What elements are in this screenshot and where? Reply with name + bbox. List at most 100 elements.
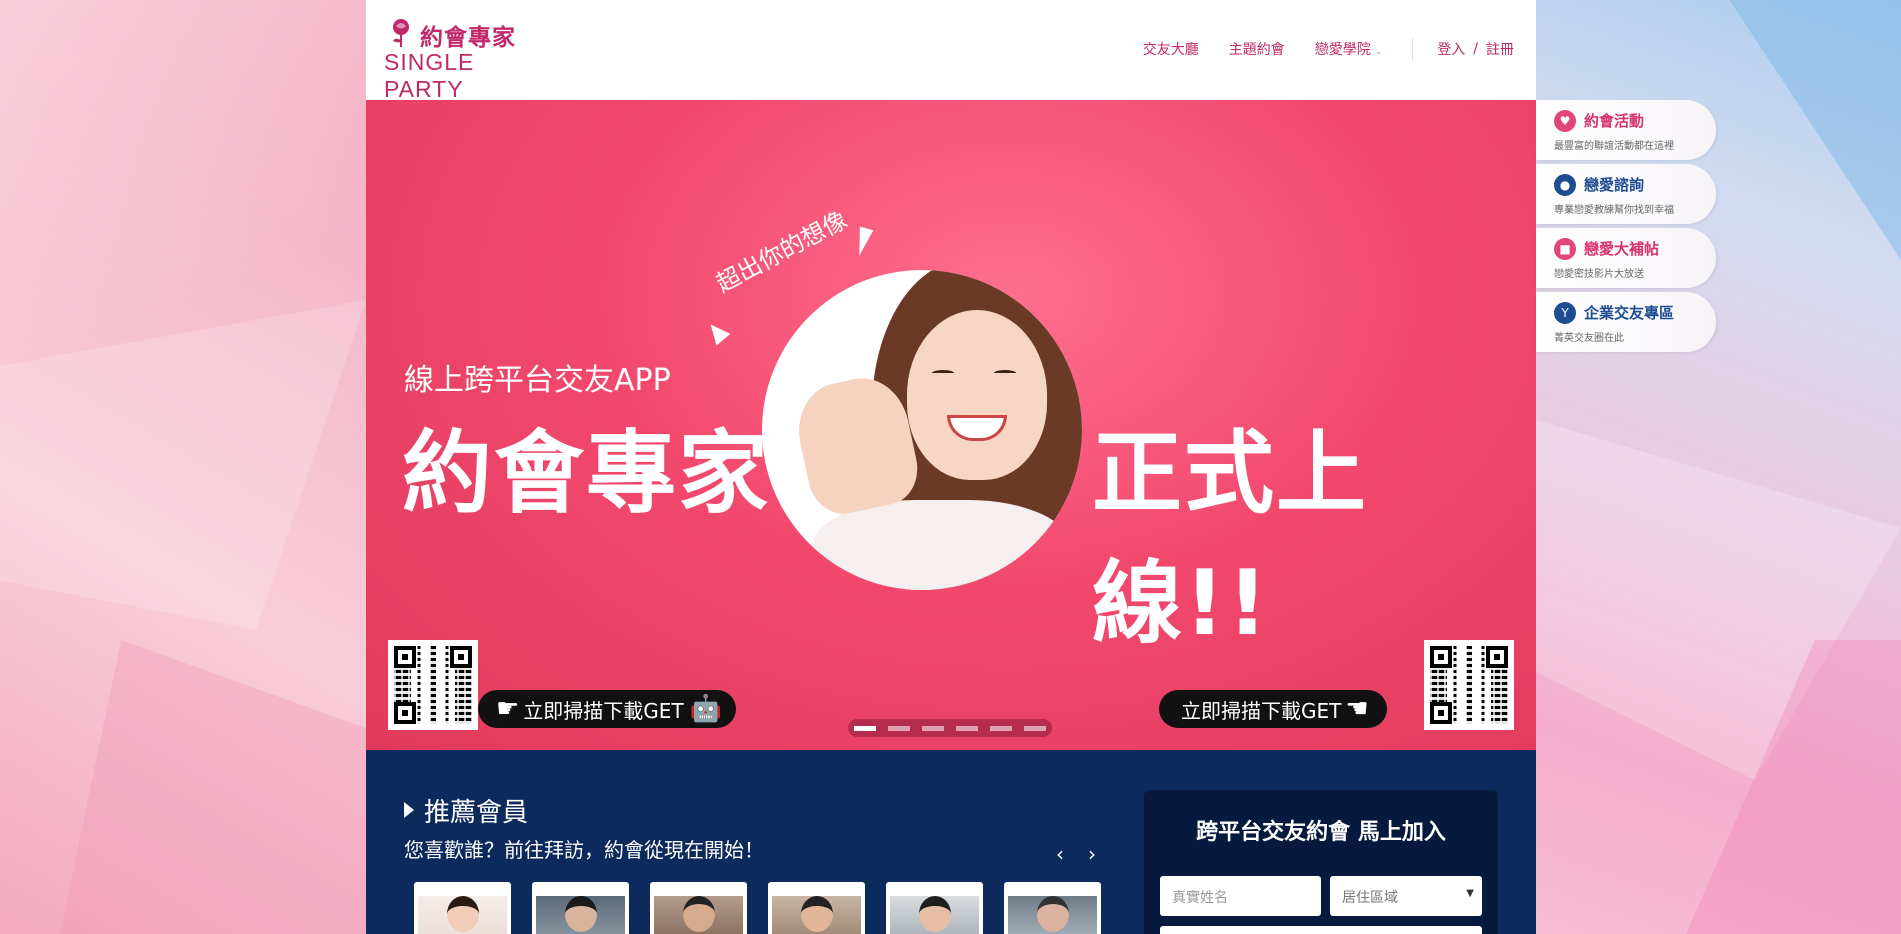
member-card[interactable]	[532, 882, 629, 934]
qr-corner	[1430, 702, 1452, 724]
side-tab-corporate[interactable]: Y 企業交友專區 菁英交友圈在此	[1536, 292, 1716, 352]
member-avatar	[890, 896, 979, 934]
login-link[interactable]: 登入	[1437, 39, 1465, 59]
login-register-separator: /	[1473, 41, 1478, 57]
carousel-dot[interactable]	[990, 725, 1012, 731]
android-qr-code	[388, 640, 478, 730]
side-tab-love-tips[interactable]: ■ 戀愛大補帖 戀愛密技影片大放送	[1536, 228, 1716, 288]
cocktail-icon: Y	[1554, 302, 1576, 324]
qr-corner	[1486, 646, 1508, 668]
rose-logo-icon	[393, 19, 409, 47]
region-select-value: 居住區域	[1342, 890, 1398, 906]
background-facet	[60, 640, 366, 934]
side-tab-subtitle: 最豐富的聯誼活動都在這裡	[1554, 141, 1674, 152]
member-avatar	[418, 896, 507, 934]
play-triangle-icon	[404, 802, 414, 818]
android-download-label: 立即掃描下載GET	[523, 698, 684, 723]
portrait-eye	[932, 370, 954, 376]
side-tabs: ♥ 約會活動 最豐富的聯誼活動都在這裡 ● 戀愛諮詢 專業戀愛教練幫你找到幸福 …	[1536, 100, 1716, 356]
side-tab-title: 戀愛大補帖	[1584, 240, 1660, 258]
signup-title: 跨平台交友約會 馬上加入	[1196, 820, 1446, 845]
side-tab-subtitle: 戀愛密技影片大放送	[1554, 269, 1644, 280]
logo-english-text: SINGLE PARTY	[384, 49, 475, 102]
site-logo[interactable]: 約會專家 SINGLE PARTY	[384, 16, 554, 102]
member-face	[564, 896, 597, 932]
qr-corner	[394, 702, 416, 724]
carousel-dot[interactable]	[854, 725, 876, 731]
member-card[interactable]	[650, 882, 747, 934]
portrait-eye	[994, 370, 1016, 376]
nav-item-love-academy[interactable]: 戀愛學院 ⌄	[1315, 39, 1383, 59]
carousel-dot[interactable]	[956, 725, 978, 731]
member-face	[446, 896, 479, 932]
qr-pattern	[1430, 646, 1508, 724]
banner-subtitle: 線上跨平台交友APP	[404, 363, 671, 398]
carousel-dot[interactable]	[922, 725, 944, 731]
side-tab-title: 戀愛諮詢	[1584, 176, 1645, 194]
member-avatar	[536, 896, 625, 934]
real-name-input[interactable]: 真實姓名	[1160, 876, 1321, 916]
member-carousel-arrows: ‹ ›	[1056, 842, 1096, 866]
portrait-face	[907, 310, 1047, 480]
qr-corner	[1430, 646, 1452, 668]
qr-corner	[450, 646, 472, 668]
side-tab-dating-events[interactable]: ♥ 約會活動 最豐富的聯誼活動都在這裡	[1536, 100, 1716, 160]
background-facet	[0, 300, 366, 630]
side-tab-love-consulting[interactable]: ● 戀愛諮詢 專業戀愛教練幫你找到幸福	[1536, 164, 1716, 224]
register-link[interactable]: 註冊	[1486, 39, 1514, 59]
side-tab-subtitle: 專業戀愛教練幫你找到幸福	[1554, 205, 1674, 216]
recommend-heading: 推薦會員	[404, 792, 528, 829]
recommend-heading-text: 推薦會員	[424, 798, 529, 828]
member-list	[414, 882, 1101, 934]
spark-decoration	[703, 318, 731, 346]
ios-qr-code	[1424, 640, 1514, 730]
carousel-dot[interactable]	[1024, 725, 1046, 731]
member-card[interactable]	[414, 882, 511, 934]
region-select[interactable]: 居住區域 ▼	[1330, 876, 1482, 916]
site-header: 約會專家 SINGLE PARTY 交友大廳 主題約會 戀愛學院 ⌄ 登入 / 註…	[366, 0, 1536, 102]
carousel-dot[interactable]	[888, 725, 910, 731]
side-tab-title: 約會活動	[1584, 112, 1645, 130]
pointing-hand-icon: ☚	[1345, 694, 1369, 724]
banner-headline-right: 正式上線!!	[1092, 421, 1368, 656]
caret-down-icon: ▼	[1466, 888, 1474, 899]
banner-portrait-image	[762, 270, 1082, 590]
chevron-down-icon: ⌄	[1374, 47, 1383, 57]
logo-chinese-text: 約會專家	[420, 25, 516, 51]
ios-download-label: 立即掃描下載GET	[1181, 698, 1342, 723]
qr-pattern	[394, 646, 472, 724]
android-icon: 🤖	[689, 694, 723, 724]
member-avatar	[654, 896, 743, 934]
video-icon: ■	[1554, 238, 1576, 260]
heart-icon: ♥	[1554, 110, 1576, 132]
nav-item-theme-dates[interactable]: 主題約會	[1229, 39, 1285, 59]
member-avatar	[772, 896, 861, 934]
recommend-section: 推薦會員 您喜歡誰？前往拜訪，約會從現在開始！ ‹ › 跨平台交友約會 馬上加入…	[366, 750, 1536, 934]
page-background-left	[0, 0, 366, 934]
member-face	[918, 896, 951, 932]
member-avatar	[1008, 896, 1097, 934]
nav-item-label: 戀愛學院	[1314, 42, 1371, 58]
side-tab-title: 企業交友專區	[1584, 304, 1675, 322]
nav-divider	[1412, 38, 1414, 60]
signup-field[interactable]	[1160, 926, 1482, 934]
hero-banner[interactable]: 超出你的想像 線上跨平台交友APP 約會專家 正式上線!! ☛ 立即掃描下載GE…	[366, 100, 1536, 750]
signup-panel: 跨平台交友約會 馬上加入 真實姓名 居住區域 ▼	[1144, 790, 1498, 934]
chat-icon: ●	[1554, 174, 1576, 196]
carousel-indicators	[848, 719, 1052, 737]
qr-corner	[394, 646, 416, 668]
recommend-description: 您喜歡誰？前往拜訪，約會從現在開始！	[404, 838, 764, 862]
android-download-button[interactable]: ☛ 立即掃描下載GET 🤖	[478, 690, 737, 728]
main-container: 約會專家 SINGLE PARTY 交友大廳 主題約會 戀愛學院 ⌄ 登入 / 註…	[366, 0, 1536, 934]
member-card[interactable]	[1004, 882, 1101, 934]
pointing-hand-icon: ☛	[496, 694, 520, 724]
member-face	[1036, 896, 1069, 932]
member-card[interactable]	[768, 882, 865, 934]
member-face	[800, 896, 833, 932]
main-nav: 交友大廳 主題約會 戀愛學院 ⌄ 登入 / 註冊	[1113, 38, 1514, 60]
member-card[interactable]	[886, 882, 983, 934]
chevron-right-icon[interactable]: ›	[1088, 842, 1096, 866]
chevron-left-icon[interactable]: ‹	[1056, 842, 1064, 866]
nav-item-lobby[interactable]: 交友大廳	[1143, 39, 1199, 59]
ios-download-button[interactable]: 立即掃描下載GET ☚	[1159, 690, 1387, 728]
